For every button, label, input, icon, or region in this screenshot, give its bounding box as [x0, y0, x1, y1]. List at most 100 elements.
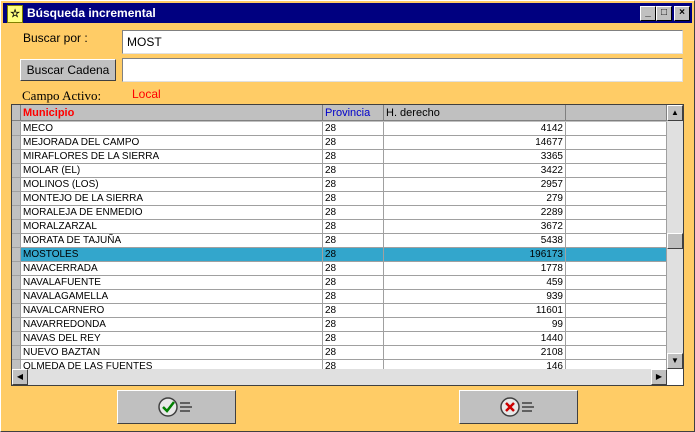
cell-provincia: 28: [323, 136, 384, 150]
table-row[interactable]: NAVALAFUENTE 28 459: [12, 276, 667, 290]
table-row[interactable]: MIRAFLORES DE LA SIERRA 28 3365: [12, 150, 667, 164]
table-row[interactable]: NAVALAGAMELLA 28 939: [12, 290, 667, 304]
cell-provincia: 28: [323, 318, 384, 332]
cell-empty: [566, 206, 667, 220]
row-indicator[interactable]: [12, 346, 21, 360]
cell-municipio: NAVALAFUENTE: [21, 276, 323, 290]
row-indicator[interactable]: [12, 206, 21, 220]
cell-empty: [566, 290, 667, 304]
cell-provincia: 28: [323, 122, 384, 136]
table-row[interactable]: NAVARREDONDA 28 99: [12, 318, 667, 332]
window-title: Búsqueda incremental: [27, 6, 156, 20]
cell-municipio: MOSTOLES: [21, 248, 323, 262]
table-row[interactable]: MORATA DE TAJUÑA 28 5438: [12, 234, 667, 248]
close-button[interactable]: ×: [674, 6, 690, 21]
scroll-down-icon[interactable]: ▼: [667, 353, 683, 369]
scroll-left-icon[interactable]: ◀: [12, 369, 28, 385]
cell-municipio: NUEVO BAZTAN: [21, 346, 323, 360]
cell-h-derecho: 459: [384, 276, 566, 290]
search-input[interactable]: MOST: [122, 30, 683, 54]
active-field-label: Campo Activo:: [22, 88, 102, 103]
search-string-button[interactable]: Buscar Cadena: [20, 59, 116, 81]
cancel-button[interactable]: [459, 390, 578, 424]
cell-municipio: NAVARREDONDA: [21, 318, 323, 332]
scroll-up-icon[interactable]: ▲: [667, 105, 683, 121]
search-string-input[interactable]: [122, 58, 683, 82]
cell-municipio: MOLINOS (LOS): [21, 178, 323, 192]
row-indicator[interactable]: [12, 248, 21, 262]
table-row[interactable]: NUEVO BAZTAN 28 2108: [12, 346, 667, 360]
cell-provincia: 28: [323, 262, 384, 276]
cell-provincia: 28: [323, 346, 384, 360]
row-indicator[interactable]: [12, 318, 21, 332]
cell-empty: [566, 248, 667, 262]
cell-provincia: 28: [323, 206, 384, 220]
cancel-x-icon: [499, 397, 534, 417]
table-row[interactable]: MONTEJO DE LA SIERRA 28 279: [12, 192, 667, 206]
column-header-empty[interactable]: [566, 105, 667, 121]
cell-provincia: 28: [323, 304, 384, 318]
cell-empty: [566, 234, 667, 248]
table-row[interactable]: NAVALCARNERO 28 11601: [12, 304, 667, 318]
scroll-right-icon[interactable]: ▶: [651, 369, 667, 385]
cell-h-derecho: 3422: [384, 164, 566, 178]
maximize-button[interactable]: □: [656, 6, 672, 21]
horizontal-scrollbar[interactable]: ◀ ▶: [12, 369, 667, 385]
row-indicator-header: [12, 105, 21, 121]
cell-empty: [566, 262, 667, 276]
row-indicator[interactable]: [12, 262, 21, 276]
cell-municipio: MOLAR (EL): [21, 164, 323, 178]
row-indicator[interactable]: [12, 164, 21, 178]
table-row[interactable]: MECO 28 4142: [12, 122, 667, 136]
search-window: ☆ Búsqueda incremental _ □ × Buscar por …: [0, 0, 695, 432]
table-row[interactable]: MOLINOS (LOS) 28 2957: [12, 178, 667, 192]
table-row[interactable]: MORALEJA DE ENMEDIO 28 2289: [12, 206, 667, 220]
cell-empty: [566, 178, 667, 192]
table-row[interactable]: NAVAS DEL REY 28 1440: [12, 332, 667, 346]
results-table[interactable]: Municipio Provincia H. derecho MECO 28 414…: [11, 104, 684, 386]
table-header: Municipio Provincia H. derecho: [12, 105, 667, 122]
row-indicator[interactable]: [12, 178, 21, 192]
table-row[interactable]: MOSTOLES 28 196173: [12, 248, 667, 262]
row-indicator[interactable]: [12, 290, 21, 304]
row-indicator[interactable]: [12, 136, 21, 150]
cell-h-derecho: 1778: [384, 262, 566, 276]
table-row[interactable]: MORALZARZAL 28 3672: [12, 220, 667, 234]
vertical-scrollbar[interactable]: ▲ ▼: [667, 105, 683, 369]
row-indicator[interactable]: [12, 332, 21, 346]
search-by-label: Buscar por :: [23, 31, 88, 45]
cell-h-derecho: 2289: [384, 206, 566, 220]
active-field-value: Local: [132, 87, 161, 101]
cell-municipio: NAVAS DEL REY: [21, 332, 323, 346]
cell-h-derecho: 196173: [384, 248, 566, 262]
cell-provincia: 28: [323, 276, 384, 290]
row-indicator[interactable]: [12, 276, 21, 290]
table-row[interactable]: MOLAR (EL) 28 3422: [12, 164, 667, 178]
cell-municipio: MORALZARZAL: [21, 220, 323, 234]
accept-button[interactable]: [117, 390, 236, 424]
minimize-button[interactable]: _: [640, 6, 656, 21]
row-indicator[interactable]: [12, 220, 21, 234]
cell-municipio: MEJORADA DEL CAMPO: [21, 136, 323, 150]
row-indicator[interactable]: [12, 150, 21, 164]
cell-h-derecho: 99: [384, 318, 566, 332]
title-bar[interactable]: ☆ Búsqueda incremental _ □ ×: [3, 3, 692, 23]
cell-municipio: MECO: [21, 122, 323, 136]
row-indicator[interactable]: [12, 234, 21, 248]
row-indicator[interactable]: [12, 122, 21, 136]
cell-provincia: 28: [323, 178, 384, 192]
column-header-municipio[interactable]: Municipio: [21, 105, 323, 121]
cell-h-derecho: 1440: [384, 332, 566, 346]
cell-empty: [566, 304, 667, 318]
row-indicator[interactable]: [12, 192, 21, 206]
cell-h-derecho: 11601: [384, 304, 566, 318]
checkmark-icon: [157, 397, 192, 417]
column-header-provincia[interactable]: Provincia: [323, 105, 384, 121]
cell-empty: [566, 318, 667, 332]
table-row[interactable]: MEJORADA DEL CAMPO 28 14677: [12, 136, 667, 150]
row-indicator[interactable]: [12, 304, 21, 318]
cell-h-derecho: 14677: [384, 136, 566, 150]
vertical-scroll-thumb[interactable]: [667, 233, 683, 249]
column-header-h-derecho[interactable]: H. derecho: [384, 105, 566, 121]
table-row[interactable]: NAVACERRADA 28 1778: [12, 262, 667, 276]
